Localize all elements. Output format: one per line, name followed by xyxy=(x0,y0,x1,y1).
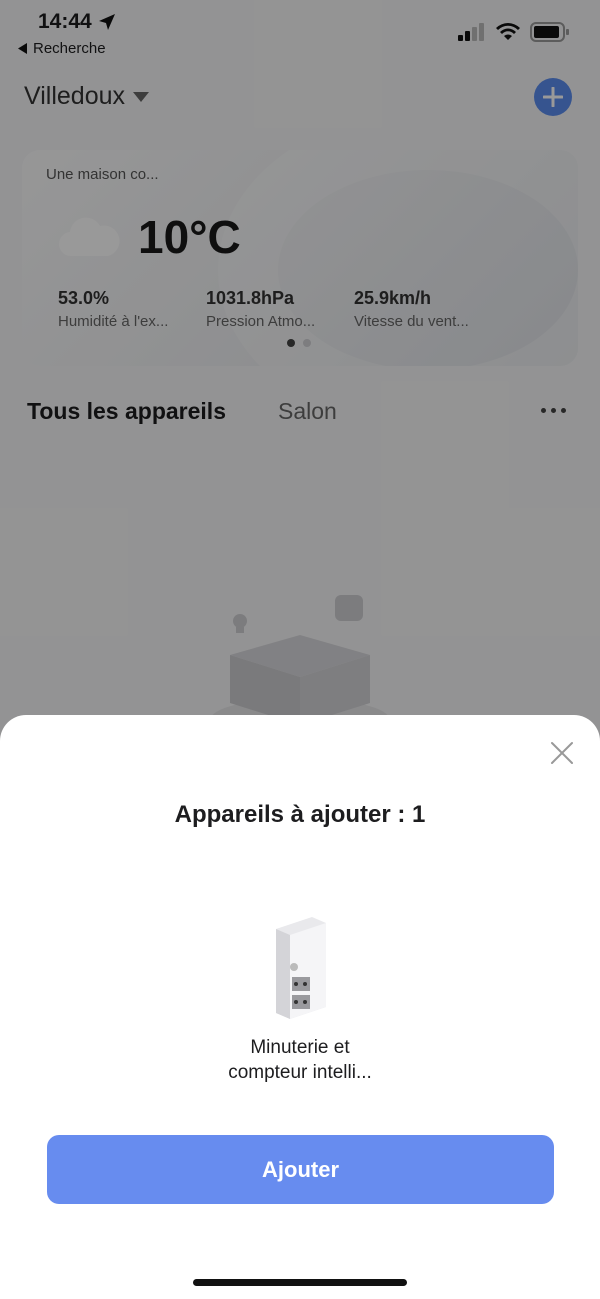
home-indicator[interactable] xyxy=(193,1279,407,1286)
device-name: Minuterie et compteur intelli... xyxy=(150,1035,450,1085)
sheet-title: Appareils à ajouter : 1 xyxy=(174,801,426,828)
add-devices-sheet: Appareils à ajouter : 1 Minuterie et com… xyxy=(0,715,600,1299)
add-button[interactable]: Ajouter xyxy=(47,1135,554,1204)
close-icon[interactable] xyxy=(550,741,574,765)
device-image[interactable] xyxy=(262,915,336,1019)
device-name-line2: compteur intelli... xyxy=(228,1062,372,1083)
device-name-line1: Minuterie et xyxy=(250,1037,350,1058)
